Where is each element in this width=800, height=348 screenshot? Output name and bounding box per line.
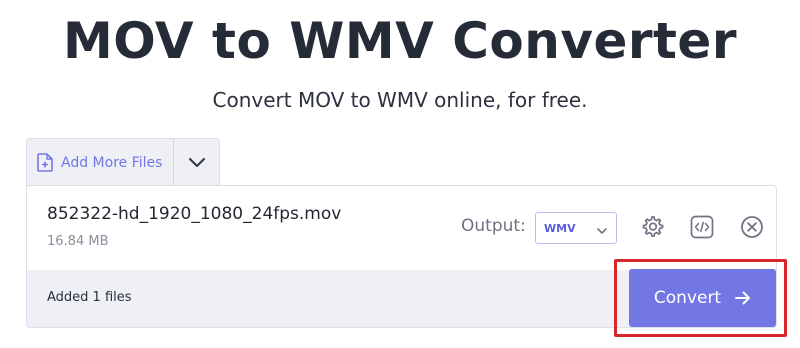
chevron-down-icon bbox=[596, 222, 608, 241]
convert-button-label: Convert bbox=[653, 288, 722, 308]
add-more-files-label: Add More Files bbox=[61, 154, 163, 171]
gear-icon[interactable] bbox=[639, 214, 665, 240]
close-circle-icon[interactable] bbox=[739, 214, 765, 240]
added-files-status: Added 1 files bbox=[47, 290, 132, 305]
output-format-select[interactable]: WMV bbox=[535, 212, 617, 244]
file-name: 852322-hd_1920_1080_24fps.mov bbox=[47, 204, 342, 224]
add-more-files-button[interactable]: Add More Files bbox=[27, 139, 174, 186]
arrow-right-icon bbox=[735, 291, 751, 305]
page-subtitle: Convert MOV to WMV online, for free. bbox=[212, 88, 588, 112]
file-size: 16.84 MB bbox=[47, 234, 109, 249]
output-label: Output: bbox=[461, 216, 526, 236]
chevron-down-icon bbox=[188, 153, 206, 172]
file-plus-icon bbox=[37, 153, 53, 172]
page-title: MOV to WMV Converter bbox=[63, 12, 737, 70]
embed-code-icon[interactable] bbox=[689, 214, 715, 240]
upload-options-dropdown[interactable] bbox=[174, 139, 219, 186]
file-row: 852322-hd_1920_1080_24fps.mov 16.84 MB O… bbox=[27, 186, 776, 270]
uploader-tab-bar: Add More Files bbox=[26, 138, 220, 186]
convert-button[interactable]: Convert bbox=[629, 269, 776, 327]
output-format-value: WMV bbox=[544, 221, 576, 235]
